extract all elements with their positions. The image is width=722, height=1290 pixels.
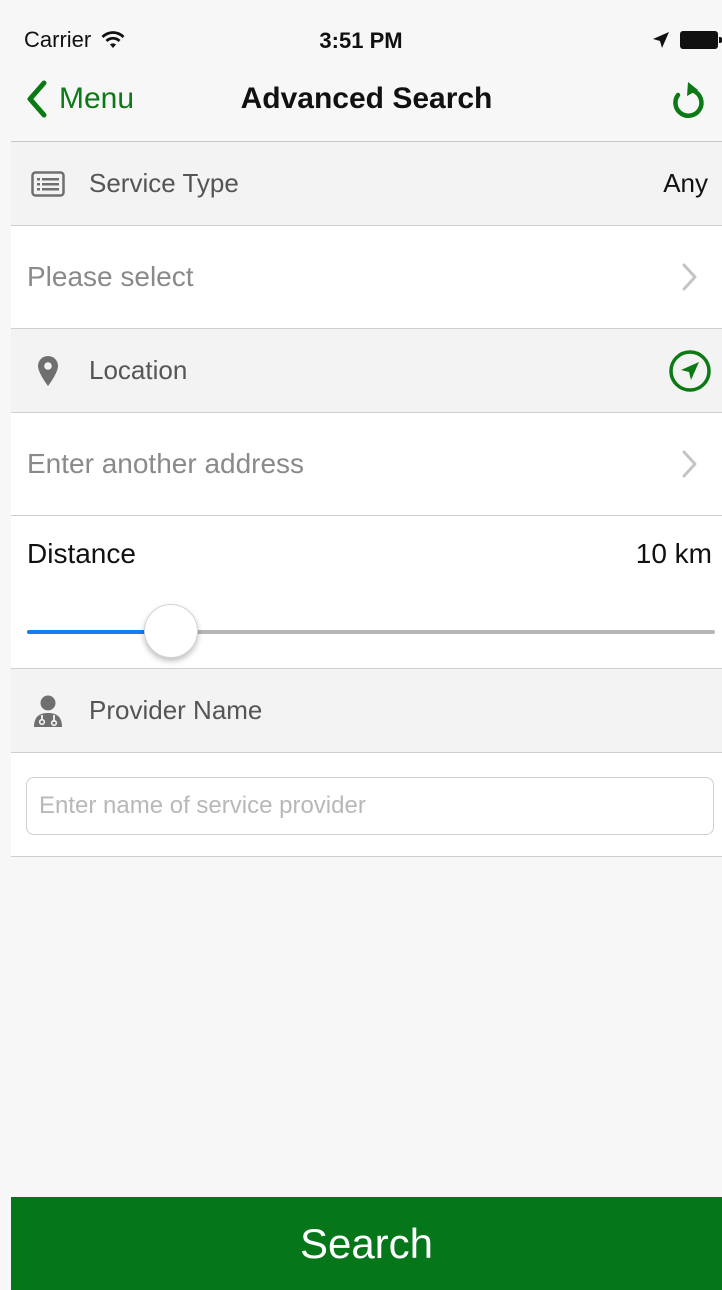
distance-value: 10 km [635, 538, 712, 569]
search-button[interactable]: Search [11, 1197, 722, 1290]
slider-thumb[interactable] [144, 604, 198, 658]
use-current-location-button[interactable] [668, 349, 712, 393]
address-placeholder: Enter another address [27, 448, 305, 479]
status-left: Carrier [24, 27, 125, 53]
location-services-icon [653, 32, 669, 48]
wifi-icon [101, 31, 125, 48]
provider-name-header: Provider Name [11, 669, 722, 753]
distance-section: Distance 10 km [11, 516, 722, 669]
service-type-select[interactable]: Please select [11, 226, 722, 329]
location-label: Location [89, 355, 188, 385]
address-select[interactable]: Enter another address [11, 413, 722, 516]
map-pin-icon [25, 348, 71, 394]
refresh-button[interactable] [668, 78, 708, 124]
provider-name-label: Provider Name [89, 695, 263, 725]
provider-name-input[interactable] [26, 777, 714, 835]
provider-input-row [11, 753, 722, 857]
navigation-bar: Menu Advanced Search [11, 56, 722, 142]
service-type-label: Service Type [89, 168, 239, 198]
service-type-placeholder: Please select [27, 261, 194, 292]
chevron-right-icon [682, 450, 697, 478]
carrier-label: Carrier [24, 27, 92, 52]
service-type-value: Any [663, 168, 708, 198]
page-title: Advanced Search [240, 82, 493, 115]
refresh-icon [673, 82, 704, 118]
navigation-arrow-icon [669, 349, 711, 392]
distance-label: Distance [27, 538, 136, 569]
doctor-icon [25, 688, 71, 734]
distance-slider[interactable] [27, 602, 715, 662]
list-icon [25, 161, 71, 207]
battery-icon [680, 31, 722, 49]
service-type-header[interactable]: Service Type Any [11, 142, 722, 226]
location-header: Location [11, 329, 722, 413]
status-right [652, 31, 722, 49]
chevron-right-icon [682, 263, 697, 291]
